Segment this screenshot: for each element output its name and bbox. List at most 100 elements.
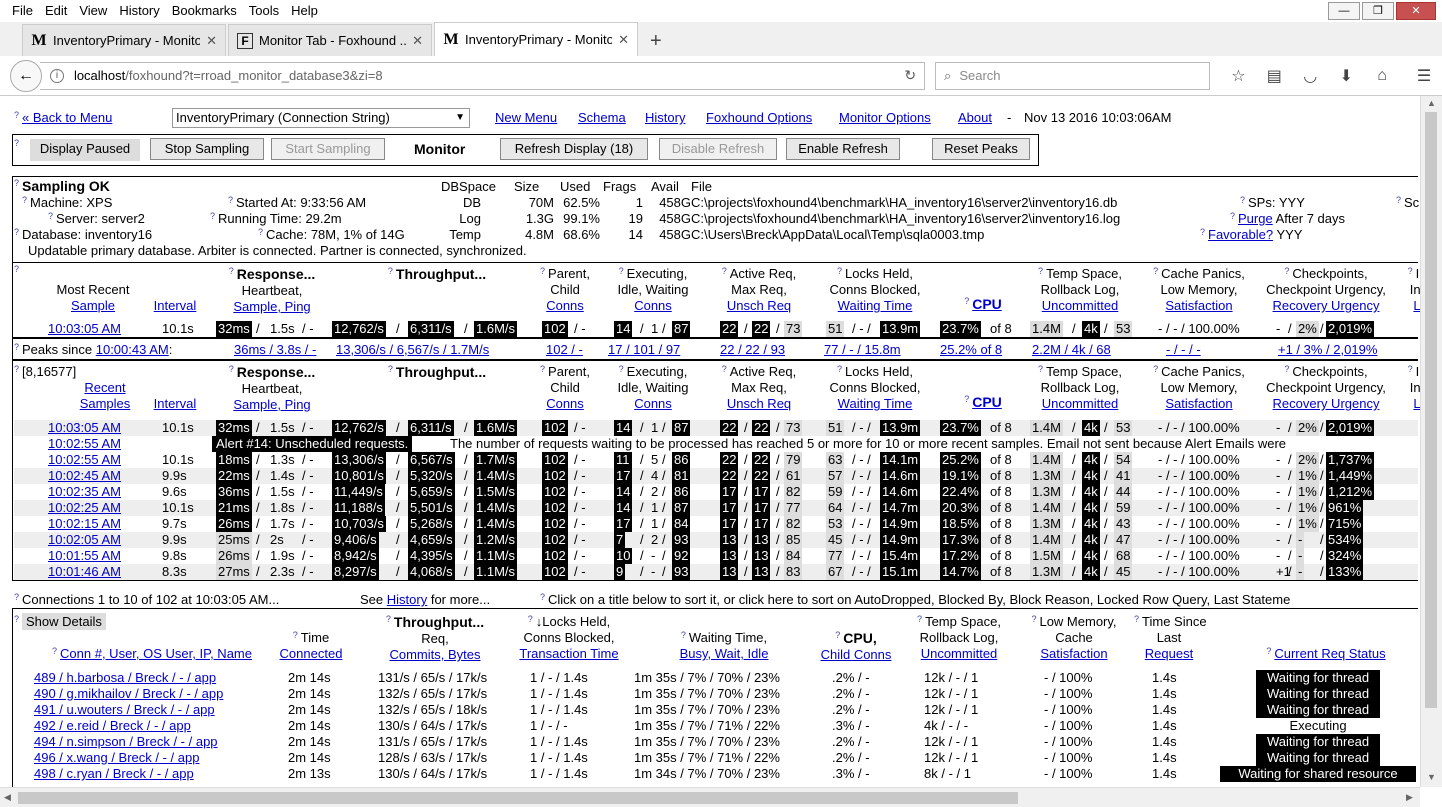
help-icon[interactable]: ?: [1134, 614, 1139, 624]
recent-sort-link[interactable]: Recent: [84, 380, 125, 395]
peak-value[interactable]: 77 / - / 15.8m: [824, 342, 901, 358]
help-icon[interactable]: ?: [837, 266, 842, 276]
sample-time-link[interactable]: 10:01:55 AM: [48, 548, 121, 564]
peak-value[interactable]: 2.2M / 4k / 68: [1032, 342, 1111, 358]
peak-value[interactable]: - / - / -: [1166, 342, 1201, 358]
conn-sort-link[interactable]: Satisfaction: [1040, 646, 1107, 661]
help-icon[interactable]: ?: [22, 195, 27, 205]
help-icon[interactable]: ?: [619, 266, 624, 276]
header-sort-link[interactable]: Satisfaction: [1165, 396, 1232, 411]
sample-time-link[interactable]: 10:02:45 AM: [48, 468, 121, 484]
help-icon[interactable]: ?: [964, 394, 969, 404]
help-icon[interactable]: ?: [619, 364, 624, 374]
search-input[interactable]: ⌕ Search: [935, 61, 1211, 90]
back-to-menu-link[interactable]: « Back to Menu: [22, 110, 112, 125]
history-link[interactable]: History: [645, 110, 685, 125]
peak-value[interactable]: 102 / -: [546, 342, 583, 358]
help-icon[interactable]: ?: [837, 364, 842, 374]
help-icon[interactable]: ?: [1240, 195, 1245, 205]
help-icon[interactable]: ?: [1266, 646, 1271, 656]
start-sampling-button[interactable]: Start Sampling: [271, 138, 385, 160]
menu-edit[interactable]: Edit: [39, 0, 73, 22]
help-icon[interactable]: ?: [540, 266, 545, 276]
help-icon[interactable]: ?: [52, 646, 57, 656]
header-sort-link[interactable]: Unsch Req: [727, 298, 791, 313]
help-icon[interactable]: ?: [835, 630, 840, 640]
conn-link[interactable]: 489 / h.barbosa / Breck / - / app: [34, 670, 216, 686]
menu-view[interactable]: View: [73, 0, 113, 22]
vertical-scrollbar[interactable]: ▲ ▼: [1420, 96, 1442, 787]
help-icon[interactable]: ?: [229, 364, 234, 374]
connections-history-link[interactable]: History: [387, 592, 427, 607]
help-icon[interactable]: ?: [1038, 364, 1043, 374]
help-icon[interactable]: ?: [1031, 614, 1036, 624]
help-icon[interactable]: ?: [681, 630, 686, 640]
help-icon[interactable]: ?: [386, 614, 391, 624]
connection-select[interactable]: InventoryPrimary (Connection String) ▼: [172, 108, 470, 128]
menu-tools[interactable]: Tools: [243, 0, 285, 22]
help-icon[interactable]: ?: [1153, 364, 1158, 374]
header-sort-link[interactable]: Uncommitted: [1042, 396, 1119, 411]
header-sort-link[interactable]: Sample, Ping: [233, 397, 310, 412]
sample-sort-link[interactable]: Sample: [71, 298, 115, 313]
conn-sort-link[interactable]: Conn #, User, OS User, IP, Name: [60, 646, 252, 661]
conn-link[interactable]: 498 / c.ryan / Breck / - / app: [34, 766, 194, 782]
horizontal-scrollbar[interactable]: ◀ ▶: [0, 787, 1420, 807]
conn-sort-link[interactable]: Request: [1145, 646, 1193, 661]
help-icon[interactable]: ?: [722, 364, 727, 374]
help-icon[interactable]: ?: [540, 592, 545, 602]
peak-value[interactable]: 25.2% of 8: [940, 342, 1002, 358]
purge-link[interactable]: Purge: [1238, 211, 1273, 226]
menu-history[interactable]: History: [113, 0, 165, 22]
conn-sort-link[interactable]: Child Conns: [821, 647, 892, 662]
help-icon[interactable]: ?: [1038, 266, 1043, 276]
url-bar[interactable]: i localhost/foxhound?t=rroad_monitor_dat…: [39, 61, 926, 90]
info-icon[interactable]: i: [49, 68, 64, 83]
header-sort-link[interactable]: Recovery Urgency: [1273, 396, 1380, 411]
minimize-icon[interactable]: —: [1328, 2, 1360, 20]
peak-value[interactable]: 13,306/s / 6,567/s / 1.7M/s: [336, 342, 489, 358]
home-icon[interactable]: ⌂: [1364, 67, 1400, 85]
close-window-icon[interactable]: ✕: [1396, 2, 1436, 20]
conn-link[interactable]: 496 / x.wang / Breck / - / app: [34, 750, 199, 766]
sample-time-link[interactable]: 10:02:05 AM: [48, 532, 121, 548]
help-icon[interactable]: ?: [1408, 364, 1413, 374]
scroll-left-icon[interactable]: ◀: [4, 792, 11, 803]
hamburger-menu-icon[interactable]: ☰: [1406, 66, 1442, 86]
help-icon[interactable]: ?: [388, 364, 393, 374]
header-sort-link[interactable]: Satisfaction: [1165, 298, 1232, 313]
help-icon[interactable]: ?: [1284, 266, 1289, 276]
peaks-since-link[interactable]: 10:00:43 AM: [96, 342, 169, 357]
reset-peaks-button[interactable]: Reset Peaks: [932, 138, 1030, 160]
sample-time-link[interactable]: 10:02:25 AM: [48, 500, 121, 516]
reading-list-icon[interactable]: ▤: [1256, 66, 1292, 86]
conn-sort-link[interactable]: Uncommitted: [921, 646, 998, 661]
new-menu-link[interactable]: New Menu: [495, 110, 557, 125]
help-icon[interactable]: ?: [293, 630, 298, 640]
about-link[interactable]: About: [958, 110, 992, 125]
help-icon[interactable]: ?: [14, 110, 19, 120]
stop-sampling-button[interactable]: Stop Sampling: [150, 138, 264, 160]
monitor-options-link[interactable]: Monitor Options: [839, 110, 931, 125]
sort-instructions[interactable]: Click on a title below to sort it, or cl…: [548, 592, 1290, 607]
sample-time-link[interactable]: 10:03:05 AM: [48, 420, 121, 436]
sample-time-link[interactable]: 10:03:05 AM: [48, 321, 121, 337]
conn-sort-link[interactable]: Commits, Bytes: [389, 647, 480, 662]
close-tab-icon[interactable]: ✕: [206, 33, 217, 49]
scroll-right-icon[interactable]: ▶: [1406, 792, 1413, 803]
bookmark-star-icon[interactable]: ☆: [1220, 66, 1256, 86]
header-sort-link[interactable]: Uncommitted: [1042, 298, 1119, 313]
help-icon[interactable]: ?: [14, 178, 19, 188]
scroll-thumb[interactable]: [1425, 112, 1437, 708]
close-tab-icon[interactable]: ✕: [412, 33, 423, 49]
header-sort-link[interactable]: Conns: [634, 298, 672, 313]
tab-monitor[interactable]: F Monitor Tab - Foxhound ... ✕: [228, 24, 432, 56]
tab-inventory-2[interactable]: M InventoryPrimary - Monito... ✕: [434, 22, 638, 56]
peak-value[interactable]: 22 / 22 / 93: [720, 342, 785, 358]
download-icon[interactable]: ⬇: [1328, 66, 1364, 86]
help-icon[interactable]: ?: [229, 266, 234, 276]
conn-link[interactable]: 491 / u.wouters / Breck / - / app: [34, 702, 215, 718]
scroll-down-icon[interactable]: ▼: [1427, 772, 1436, 782]
help-icon[interactable]: ?: [1396, 195, 1401, 205]
scroll-up-icon[interactable]: ▲: [1427, 98, 1436, 108]
